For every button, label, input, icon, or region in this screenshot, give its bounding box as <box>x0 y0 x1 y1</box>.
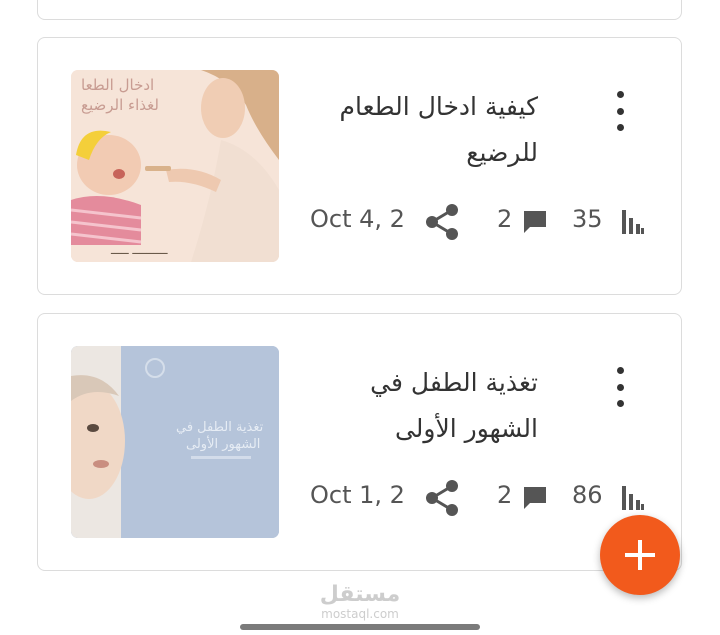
post-card[interactable]: تغذية الطفل في الشهور الأولى تغذية الطفل… <box>37 313 682 571</box>
thumbnail-text: تغذية الطفل في <box>176 420 264 435</box>
post-date: Oct 1, 2 <box>310 481 405 509</box>
post-date: Oct 4, 2 <box>310 205 405 233</box>
previous-post-card[interactable] <box>37 0 682 20</box>
post-thumbnail[interactable]: ادخال الطعا لغذاء الرضيع ــــــــــ ــــ… <box>71 70 279 262</box>
svg-text:ــــــــــ ـــــ: ــــــــــ ـــــ <box>110 243 168 257</box>
comments-count: 2 <box>497 481 513 509</box>
views-count: 86 <box>572 481 603 509</box>
share-icon[interactable] <box>422 202 462 242</box>
watermark-latin: mostaql.com <box>321 607 399 621</box>
svg-text:لغذاء الرضيع: لغذاء الرضيع <box>81 96 159 114</box>
views-stats-icon <box>622 210 644 234</box>
home-indicator-bar[interactable] <box>240 624 480 630</box>
mother-feeding-baby-image: ادخال الطعا لغذاء الرضيع ــــــــــ ــــ… <box>71 70 279 262</box>
watermark-arabic: مستقل <box>319 582 401 607</box>
post-meta: Oct 1, 2 2 86 <box>308 478 648 518</box>
plus-icon <box>625 540 655 570</box>
comment-icon[interactable] <box>522 484 548 510</box>
views-count: 35 <box>572 205 603 233</box>
watermark-logo: مستقل mostaql.com <box>290 582 430 622</box>
more-options-icon[interactable] <box>610 367 630 407</box>
svg-text:الشهور الأولى: الشهور الأولى <box>186 435 260 452</box>
thumbnail-text: ادخال الطعا <box>81 76 154 94</box>
post-title[interactable]: تغذية الطفل في الشهور الأولى <box>308 360 538 452</box>
post-card[interactable]: ادخال الطعا لغذاء الرضيع ــــــــــ ــــ… <box>37 37 682 295</box>
post-meta: Oct 4, 2 2 35 <box>308 202 648 242</box>
baby-image: تغذية الطفل في الشهور الأولى <box>71 346 279 538</box>
post-thumbnail[interactable]: تغذية الطفل في الشهور الأولى <box>71 346 279 538</box>
views-stats-icon <box>622 486 644 510</box>
add-post-button[interactable] <box>600 515 680 595</box>
post-title[interactable]: كيفية ادخال الطعام للرضيع <box>308 84 538 176</box>
comments-count: 2 <box>497 205 513 233</box>
share-icon[interactable] <box>422 478 462 518</box>
comment-icon[interactable] <box>522 208 548 234</box>
more-options-icon[interactable] <box>610 91 630 131</box>
